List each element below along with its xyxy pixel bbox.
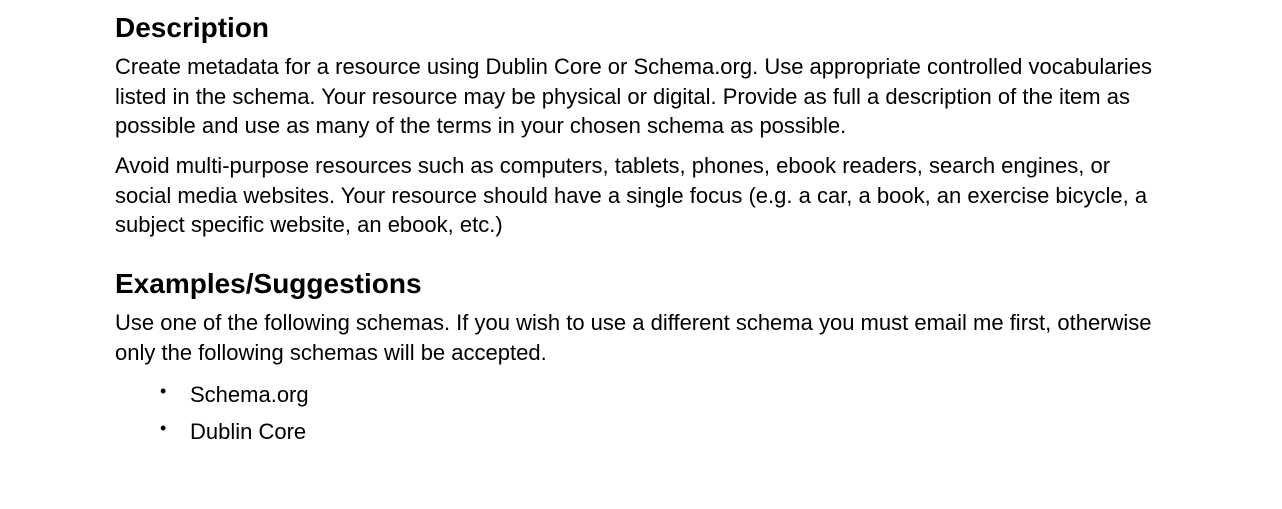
examples-intro: Use one of the following schemas. If you… [115, 308, 1167, 367]
description-paragraph-2: Avoid multi-purpose resources such as co… [115, 151, 1167, 240]
examples-heading: Examples/Suggestions [115, 268, 1167, 300]
description-paragraph-1: Create metadata for a resource using Dub… [115, 52, 1167, 141]
description-heading: Description [115, 12, 1167, 44]
list-item: Schema.org [160, 378, 1167, 411]
list-item: Dublin Core [160, 415, 1167, 448]
schema-list: Schema.org Dublin Core [115, 378, 1167, 448]
